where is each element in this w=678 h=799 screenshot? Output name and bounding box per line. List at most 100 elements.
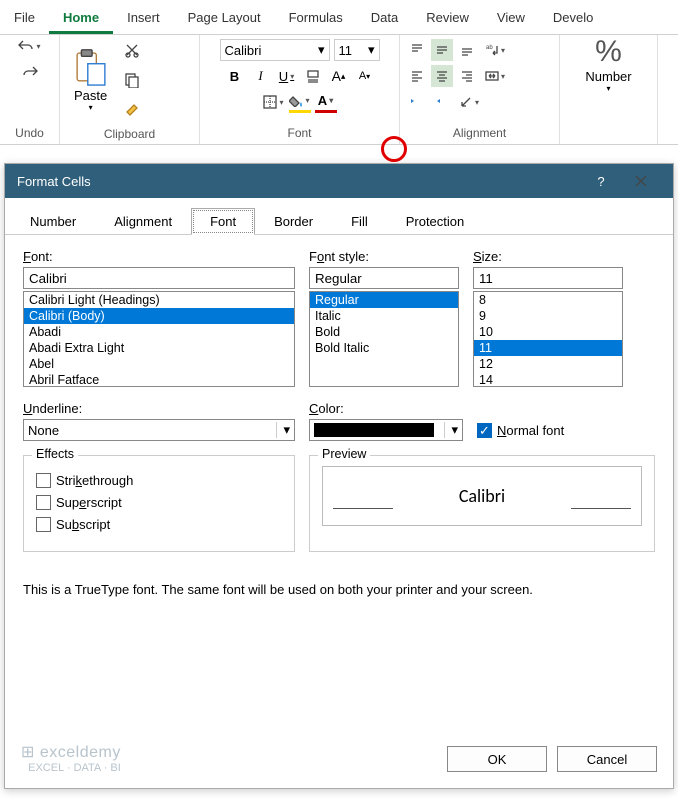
borders-button[interactable]: [263, 91, 285, 113]
list-item[interactable]: Abril Fatface: [24, 372, 294, 387]
effects-group: Effects Strikethrough Superscript Subscr…: [23, 455, 295, 552]
tab-data[interactable]: Data: [357, 4, 412, 34]
copy-button[interactable]: [121, 69, 143, 91]
format-painter-button[interactable]: [121, 99, 143, 121]
dtab-font[interactable]: Font: [191, 208, 255, 235]
group-label-font: Font: [200, 124, 399, 144]
tab-file[interactable]: File: [0, 4, 49, 34]
shrink-font-button[interactable]: A▾: [354, 65, 376, 87]
preview-text: Calibri: [459, 485, 505, 507]
group-label-alignment: Alignment: [400, 124, 559, 144]
cancel-button[interactable]: Cancel: [557, 746, 657, 772]
align-right[interactable]: [456, 65, 478, 87]
checkmark-icon: ✓: [477, 423, 492, 438]
font-input[interactable]: [23, 267, 295, 289]
list-item[interactable]: Calibri Light (Headings): [24, 292, 294, 308]
align-center[interactable]: [431, 65, 453, 87]
underline-button[interactable]: U: [276, 65, 298, 87]
dtab-fill[interactable]: Fill: [332, 208, 387, 235]
bold-button[interactable]: B: [224, 65, 246, 87]
tab-home[interactable]: Home: [49, 4, 113, 34]
ok-button[interactable]: OK: [447, 746, 547, 772]
list-item[interactable]: Bold Italic: [310, 340, 458, 356]
preview-box: Calibri: [322, 466, 642, 526]
font-size-combo[interactable]: 11▾: [334, 39, 380, 61]
normal-font-checkbox[interactable]: ✓ Normal font: [477, 423, 564, 438]
cut-button[interactable]: [121, 39, 143, 61]
list-item[interactable]: 11: [474, 340, 622, 356]
tab-view[interactable]: View: [483, 4, 539, 34]
effects-legend: Effects: [32, 447, 78, 461]
preview-group: Preview Calibri: [309, 455, 655, 552]
subscript-checkbox[interactable]: Subscript: [36, 517, 282, 532]
help-button[interactable]: ?: [581, 164, 621, 198]
dtab-border[interactable]: Border: [255, 208, 332, 235]
tab-review[interactable]: Review: [412, 4, 483, 34]
dialog-tabs: Number Alignment Font Border Fill Protec…: [5, 198, 673, 235]
number-label: Number: [585, 69, 631, 84]
watermark: ⊞ exceldemy EXCEL · DATA · BI: [21, 744, 129, 774]
underline-select[interactable]: None▾: [23, 419, 295, 441]
dtab-number[interactable]: Number: [11, 208, 95, 235]
dialog-title-text: Format Cells: [17, 174, 91, 189]
undo-button[interactable]: [18, 35, 40, 57]
double-underline-button[interactable]: [302, 65, 324, 87]
tab-formulas[interactable]: Formulas: [275, 4, 357, 34]
info-text: This is a TrueType font. The same font w…: [23, 582, 655, 597]
increase-indent[interactable]: [432, 91, 454, 113]
font-style-listbox[interactable]: Regular Italic Bold Bold Italic: [309, 291, 459, 387]
list-item[interactable]: Abadi: [24, 324, 294, 340]
tab-insert[interactable]: Insert: [113, 4, 174, 34]
orientation[interactable]: [458, 91, 480, 113]
list-item[interactable]: 12: [474, 356, 622, 372]
grow-font-button[interactable]: A▴: [328, 65, 350, 87]
size-label: Size:: [473, 249, 623, 264]
paste-button[interactable]: Paste▾: [66, 44, 115, 116]
list-item[interactable]: Bold: [310, 324, 458, 340]
italic-button[interactable]: I: [250, 65, 272, 87]
list-item[interactable]: Regular: [310, 292, 458, 308]
list-item[interactable]: 14: [474, 372, 622, 387]
ribbon-body: Undo Paste▾ Clipboard Calibri▾ 11▾ B I: [0, 35, 678, 145]
close-button[interactable]: [621, 164, 661, 198]
font-color-button[interactable]: A: [315, 91, 337, 113]
wrap-text[interactable]: ab: [481, 39, 509, 61]
ribbon-tabs: File Home Insert Page Layout Formulas Da…: [0, 0, 678, 35]
align-top[interactable]: [406, 39, 428, 61]
strikethrough-checkbox[interactable]: Strikethrough: [36, 473, 282, 488]
font-listbox[interactable]: Calibri Light (Headings) Calibri (Body) …: [23, 291, 295, 387]
list-item[interactable]: Calibri (Body): [24, 308, 294, 324]
dtab-alignment[interactable]: Alignment: [95, 208, 191, 235]
color-select[interactable]: ▾: [309, 419, 463, 441]
font-name-combo[interactable]: Calibri▾: [220, 39, 330, 61]
size-input[interactable]: [473, 267, 623, 289]
dtab-protection[interactable]: Protection: [387, 208, 484, 235]
merge-center[interactable]: [481, 65, 509, 87]
percent-icon[interactable]: %: [595, 35, 622, 69]
format-cells-dialog: Format Cells ? Number Alignment Font Bor…: [4, 163, 674, 789]
fill-color-button[interactable]: [289, 91, 311, 113]
list-item[interactable]: Abadi Extra Light: [24, 340, 294, 356]
color-swatch: [314, 423, 434, 437]
paste-label: Paste: [74, 88, 107, 103]
list-item[interactable]: Italic: [310, 308, 458, 324]
align-left[interactable]: [406, 65, 428, 87]
svg-text:ab: ab: [486, 45, 493, 51]
align-middle[interactable]: [431, 39, 453, 61]
decrease-indent[interactable]: [406, 91, 428, 113]
font-style-label: Font style:: [309, 249, 459, 264]
group-label-clipboard: Clipboard: [60, 125, 199, 145]
tab-page-layout[interactable]: Page Layout: [174, 4, 275, 34]
size-listbox[interactable]: 8 9 10 11 12 14: [473, 291, 623, 387]
dialog-titlebar: Format Cells ?: [5, 164, 673, 198]
list-item[interactable]: 9: [474, 308, 622, 324]
superscript-checkbox[interactable]: Superscript: [36, 495, 282, 510]
redo-button[interactable]: [19, 61, 41, 83]
tab-developer[interactable]: Develo: [539, 4, 607, 34]
font-style-input[interactable]: [309, 267, 459, 289]
list-item[interactable]: 10: [474, 324, 622, 340]
list-item[interactable]: 8: [474, 292, 622, 308]
list-item[interactable]: Abel: [24, 356, 294, 372]
align-bottom[interactable]: [456, 39, 478, 61]
group-label-undo: Undo: [0, 124, 59, 144]
